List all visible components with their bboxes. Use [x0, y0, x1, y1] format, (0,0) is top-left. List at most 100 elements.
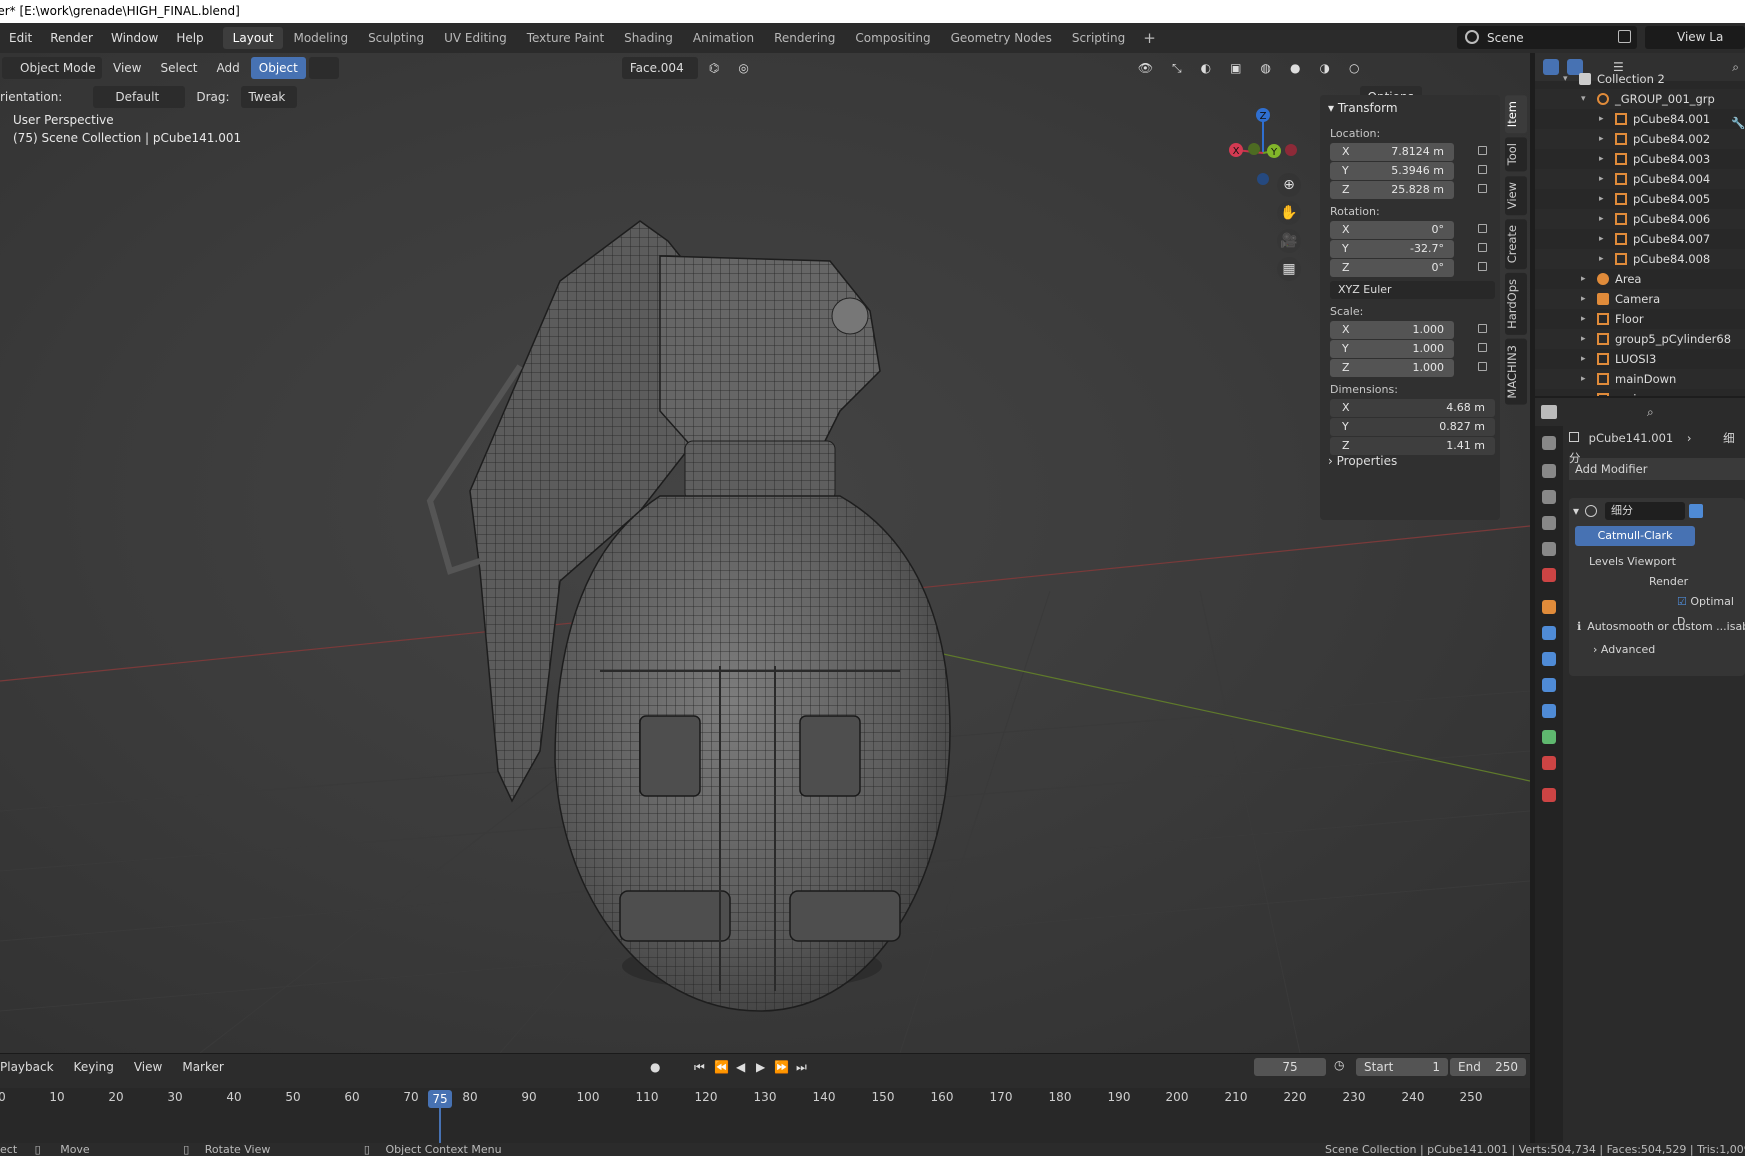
- lock-icon[interactable]: [1478, 224, 1487, 233]
- menu-object[interactable]: Object: [250, 57, 306, 79]
- rotation-x-field[interactable]: X 0°: [1330, 221, 1487, 239]
- tab-shading[interactable]: Shading: [614, 27, 683, 49]
- expand-icon[interactable]: ▸: [1581, 269, 1586, 289]
- scale-z-field[interactable]: Z 1.000: [1330, 359, 1487, 377]
- record-icon[interactable]: ●: [650, 1060, 660, 1074]
- tab-rendering[interactable]: Rendering: [764, 27, 845, 49]
- expand-icon[interactable]: ▸: [1581, 389, 1586, 396]
- view-layer-tab-icon[interactable]: [1542, 516, 1556, 530]
- menu-select[interactable]: Select: [152, 57, 205, 79]
- scene-tab-icon[interactable]: [1542, 542, 1556, 556]
- tab-hardops[interactable]: HardOps: [1505, 273, 1527, 335]
- outliner-row-mesh[interactable]: ▸ pCube84.005: [1535, 189, 1745, 209]
- expand-icon[interactable]: ▸: [1599, 189, 1604, 209]
- tab-compositing[interactable]: Compositing: [845, 27, 940, 49]
- proportional-edit-icon[interactable]: ◎: [730, 57, 756, 79]
- properties-subpanel[interactable]: › Properties: [1320, 449, 1397, 473]
- outliner-row-mesh[interactable]: ▸ pCube84.004: [1535, 169, 1745, 189]
- add-modifier-button[interactable]: Add Modifier: [1569, 458, 1745, 480]
- tab-uv-editing[interactable]: UV Editing: [434, 27, 517, 49]
- orientation-selector[interactable]: Default: [93, 86, 186, 108]
- next-keyframe-icon[interactable]: ⏩: [774, 1060, 789, 1074]
- tab-texture-paint[interactable]: Texture Paint: [517, 27, 614, 49]
- expand-icon[interactable]: ▸: [1599, 149, 1604, 169]
- menu-add[interactable]: Add: [209, 57, 248, 79]
- expand-icon[interactable]: ▸: [1581, 369, 1586, 389]
- modifier-wrench-icon[interactable]: 🔧: [1731, 113, 1745, 130]
- output-tab-icon[interactable]: [1542, 490, 1556, 504]
- collapse-icon[interactable]: ▾: [1563, 69, 1568, 89]
- chevron-down-icon[interactable]: ▾: [1573, 504, 1579, 518]
- lock-icon[interactable]: [1478, 343, 1487, 352]
- rotation-z-field[interactable]: Z 0°: [1330, 259, 1487, 277]
- tab-animation[interactable]: Animation: [683, 27, 764, 49]
- outliner-row-area-light[interactable]: ▸ Area: [1535, 269, 1745, 289]
- expand-icon[interactable]: ▸: [1599, 169, 1604, 189]
- data-tab-icon[interactable]: [1542, 730, 1556, 744]
- location-x-field[interactable]: X 7.8124 m: [1330, 143, 1487, 161]
- world-tab-icon[interactable]: [1542, 568, 1556, 582]
- lock-icon[interactable]: [1478, 165, 1487, 174]
- advanced-subpanel[interactable]: › Advanced: [1569, 638, 1745, 662]
- copy-scene-icon[interactable]: [1618, 30, 1631, 43]
- scale-x-field[interactable]: X 1.000: [1330, 321, 1487, 339]
- menu-view[interactable]: View: [105, 57, 149, 79]
- outliner-row-mesh[interactable]: ▸ pCube84.001 🔧: [1535, 109, 1745, 130]
- drag-selector[interactable]: Tweak: [240, 86, 297, 108]
- render-tab-icon[interactable]: [1542, 464, 1556, 478]
- location-z-field[interactable]: Z 25.828 m: [1330, 181, 1487, 199]
- expand-icon[interactable]: ▸: [1599, 229, 1604, 249]
- outliner-row-mainup[interactable]: ▸ mainup: [1535, 389, 1745, 396]
- jump-end-icon[interactable]: ⏭: [796, 1060, 807, 1075]
- menu-timeline-view[interactable]: View: [124, 1060, 172, 1074]
- expand-icon[interactable]: ▸: [1581, 329, 1586, 349]
- visibility-icon[interactable]: 👁: [1130, 57, 1161, 79]
- rotation-y-field[interactable]: Y -32.7°: [1330, 240, 1487, 258]
- camera-view-icon[interactable]: 🎥: [1277, 229, 1301, 253]
- play-icon[interactable]: ▶: [756, 1060, 765, 1074]
- properties-editor-icon[interactable]: [1541, 405, 1557, 419]
- transform-header[interactable]: ▾ Transform: [1320, 95, 1500, 121]
- properties-search-icon[interactable]: ⌕: [1647, 405, 1654, 420]
- scene-selector[interactable]: Scene: [1457, 26, 1637, 49]
- optimal-display-checkbox[interactable]: ☑ Optimal D: [1569, 592, 1745, 628]
- dimension-x-field[interactable]: X 4.68 m: [1330, 399, 1495, 417]
- timeline-editor[interactable]: Playback Keying View Marker ● ⏮ ⏪ ◀ ▶ ⏩ …: [0, 1053, 1530, 1144]
- active-face-selector[interactable]: Face.004: [621, 57, 698, 79]
- properties-editor[interactable]: ⌕ pCube141.001 › 细分 Add Modifier ▾ 细分: [1535, 398, 1745, 1143]
- xray-toggle-icon[interactable]: ▣: [1222, 57, 1249, 79]
- menu-keying[interactable]: Keying: [64, 1060, 124, 1074]
- modifier-name-field[interactable]: 细分: [1605, 502, 1686, 520]
- particles-tab-icon[interactable]: [1542, 652, 1556, 666]
- physics-tab-icon[interactable]: [1542, 678, 1556, 692]
- menu-window[interactable]: Window: [102, 23, 167, 53]
- outliner-row-mesh[interactable]: ▸ pCube84.008: [1535, 249, 1745, 269]
- tab-sculpting[interactable]: Sculpting: [358, 27, 434, 49]
- outliner-row-mesh[interactable]: ▸ pCube84.003: [1535, 149, 1745, 169]
- outliner[interactable]: ☰ ⌕ ▾ Collection 2 ▾ _GROUP_001_grp ▸ pCube…: [1535, 53, 1745, 396]
- tool-tab-icon[interactable]: [1542, 436, 1556, 450]
- lock-icon[interactable]: [1478, 184, 1487, 193]
- tab-scripting[interactable]: Scripting: [1062, 27, 1135, 49]
- expand-icon[interactable]: ▸: [1581, 349, 1586, 369]
- tab-item[interactable]: Item: [1505, 95, 1527, 134]
- tab-machin3[interactable]: MACHIN3: [1505, 338, 1527, 405]
- edit-mode-toggle-icon[interactable]: [1689, 504, 1704, 518]
- expand-icon[interactable]: ▸: [1581, 289, 1586, 309]
- expand-icon[interactable]: ▸: [1599, 249, 1604, 269]
- clock-icon[interactable]: ◷: [1334, 1058, 1344, 1072]
- expand-icon[interactable]: ▸: [1581, 309, 1586, 329]
- levels-viewport-row[interactable]: Levels Viewport: [1569, 552, 1745, 572]
- tab-modeling[interactable]: Modeling: [283, 27, 358, 49]
- snap-icon[interactable]: ⌬: [701, 57, 727, 79]
- outliner-row-group[interactable]: ▾ _GROUP_001_grp: [1535, 89, 1745, 109]
- rotation-mode-select[interactable]: XYZ Euler: [1330, 281, 1495, 299]
- constraints-tab-icon[interactable]: [1542, 704, 1556, 718]
- gizmo-toggle-icon[interactable]: ⤡: [1164, 57, 1190, 79]
- shading-wireframe-icon[interactable]: ◍: [1252, 57, 1278, 79]
- render-levels-row[interactable]: Render: [1569, 572, 1745, 592]
- view-layer-selector[interactable]: View La: [1645, 26, 1745, 49]
- add-workspace-icon[interactable]: +: [1135, 29, 1164, 47]
- location-y-field[interactable]: Y 5.3946 m: [1330, 162, 1487, 180]
- tab-create[interactable]: Create: [1505, 218, 1527, 270]
